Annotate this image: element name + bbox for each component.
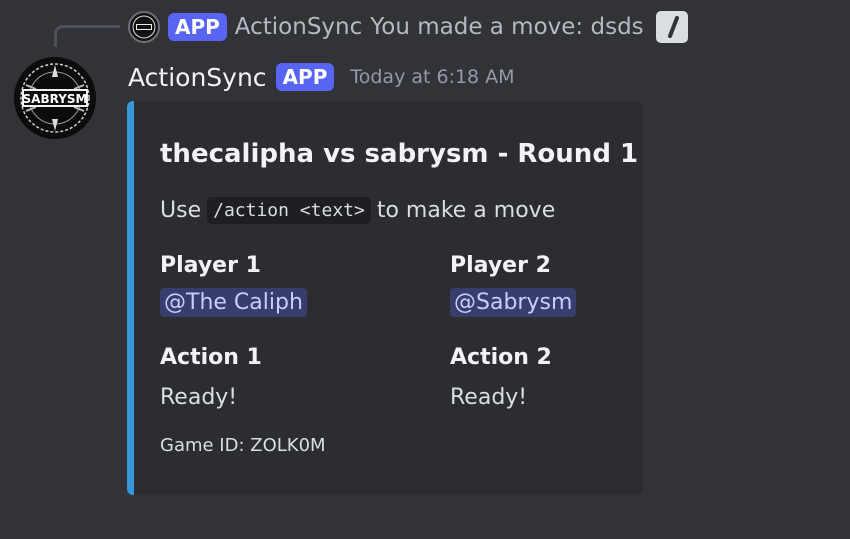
field-player2-name: Player 2	[450, 253, 551, 278]
reply-connector-line	[54, 25, 120, 47]
embed-footer: Game ID: ZOLK0M	[160, 435, 326, 456]
player1-mention[interactable]: @The Caliph	[160, 288, 307, 317]
sabrysm-logo-icon: SABRYSM	[14, 57, 96, 139]
reply-app-badge: APP	[168, 13, 227, 41]
avatar-logo-text: SABRYSM	[23, 92, 88, 106]
game-embed: thecalipha vs sabrysm - Round 1 Use /act…	[127, 101, 643, 495]
message-timestamp[interactable]: Today at 6:18 AM	[350, 66, 514, 88]
sabrysm-logo-icon	[131, 14, 157, 40]
message-header: ActionSync APP Today at 6:18 AM	[128, 60, 515, 94]
app-badge: APP	[275, 63, 335, 91]
reply-author-name[interactable]: ActionSync	[235, 14, 362, 40]
description-prefix: Use	[160, 198, 202, 223]
reply-content[interactable]: You made a move: dsds	[370, 14, 643, 40]
field-action2-name: Action 2	[450, 345, 552, 370]
author-name[interactable]: ActionSync	[128, 63, 267, 92]
embed-description: Use /action <text> to make a move	[160, 197, 555, 224]
field-player1-name: Player 1	[160, 253, 261, 278]
command-code: /action <text>	[207, 197, 371, 224]
reply-reference[interactable]: APP ActionSync You made a move: dsds	[128, 10, 688, 44]
player2-mention[interactable]: @Sabrysm	[450, 288, 577, 317]
field-action1-value: Ready!	[160, 385, 238, 410]
reply-avatar[interactable]	[128, 11, 160, 43]
embed-title: thecalipha vs sabrysm - Round 1	[160, 139, 639, 169]
slash-command-icon[interactable]	[655, 11, 688, 43]
author-avatar[interactable]: SABRYSM	[14, 57, 96, 139]
field-action2-value: Ready!	[450, 385, 528, 410]
field-action1-name: Action 1	[160, 345, 262, 370]
chat-message-area: APP ActionSync You made a move: dsds SAB…	[0, 0, 850, 539]
description-suffix: to make a move	[376, 198, 556, 223]
